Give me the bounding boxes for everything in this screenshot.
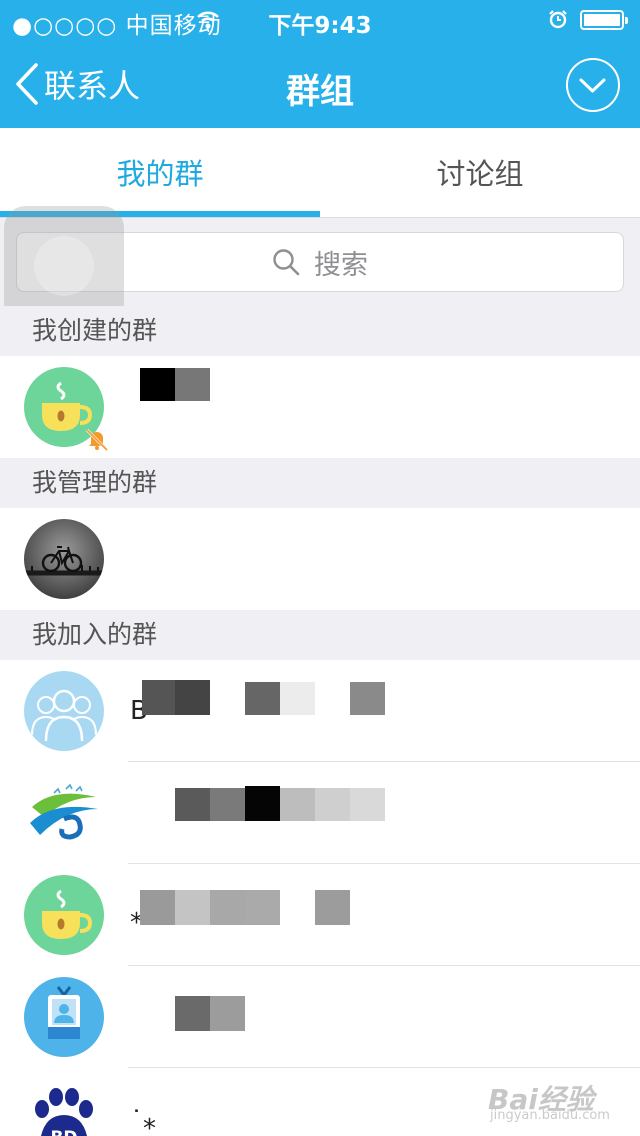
redacted-name-block bbox=[210, 788, 245, 821]
chevron-left-icon bbox=[16, 63, 38, 105]
group-row[interactable] bbox=[0, 966, 640, 1068]
segment-tabs: 我的群 讨论组 bbox=[0, 128, 640, 218]
bicycle-photo-icon bbox=[24, 546, 104, 576]
chevron-down-icon bbox=[579, 78, 606, 93]
redacted-name-block bbox=[175, 890, 210, 925]
redacted-name-block bbox=[210, 996, 245, 1031]
section-header-managed: 我管理的群 bbox=[0, 458, 640, 508]
battery-icon bbox=[580, 10, 628, 30]
redacted-name-block bbox=[280, 682, 315, 715]
redacted-name-block bbox=[315, 890, 350, 925]
more-menu-button[interactable] bbox=[566, 58, 620, 112]
watermark-logo: Bai经验 jingyan.baidu.com bbox=[488, 1068, 638, 1128]
tab-my-groups[interactable]: 我的群 bbox=[0, 128, 320, 217]
redacted-name-block bbox=[245, 682, 280, 715]
baidu-paw-icon: BD bbox=[35, 1088, 93, 1136]
back-button-label: 联系人 bbox=[44, 67, 141, 105]
watermark-url: jingyan.baidu.com bbox=[490, 1108, 610, 1123]
tab-discussion-groups[interactable]: 讨论组 bbox=[320, 128, 640, 217]
group-avatar bbox=[24, 875, 104, 955]
redacted-name-block bbox=[245, 890, 280, 925]
redacted-name-block bbox=[350, 682, 385, 715]
search-icon bbox=[273, 249, 300, 276]
group-row[interactable]: ⁎ bbox=[0, 864, 640, 966]
back-button[interactable]: 联系人 bbox=[14, 60, 140, 108]
redacted-name-block bbox=[175, 368, 210, 401]
coffee-cup-icon bbox=[42, 889, 93, 939]
group-name: ˙⁎ bbox=[130, 1106, 156, 1136]
redacted-name-block bbox=[245, 786, 280, 821]
status-time: 下午9:43 bbox=[268, 13, 372, 39]
status-bar: ●○○○○ 中国移动 下午9:43 bbox=[0, 0, 640, 40]
navigation-bar: 联系人 群组 bbox=[0, 40, 640, 128]
redacted-name-block bbox=[175, 996, 210, 1031]
group-avatar bbox=[24, 773, 104, 853]
redacted-name-block bbox=[140, 368, 175, 401]
group-avatar bbox=[24, 519, 104, 599]
redacted-name-block bbox=[210, 890, 245, 925]
group-row[interactable]: B bbox=[0, 660, 640, 762]
redacted-name-block bbox=[280, 788, 315, 821]
id-badge-icon bbox=[48, 986, 80, 1039]
group-avatar bbox=[24, 977, 104, 1057]
wave-logo-icon bbox=[30, 783, 98, 840]
group-row[interactable] bbox=[0, 762, 640, 864]
redacted-name-block bbox=[175, 680, 210, 715]
group-row[interactable] bbox=[0, 356, 640, 458]
redacted-name-block bbox=[142, 680, 175, 715]
muted-bell-icon bbox=[85, 428, 109, 452]
group-people-icon bbox=[31, 689, 97, 742]
redacted-name-block bbox=[140, 890, 175, 925]
group-avatar bbox=[24, 671, 104, 751]
section-header-created: 我创建的群 bbox=[0, 306, 640, 356]
section-header-joined: 我加入的群 bbox=[0, 610, 640, 660]
search-placeholder: 搜索 bbox=[314, 249, 368, 281]
redacted-name-block bbox=[350, 788, 385, 821]
group-row[interactable] bbox=[0, 508, 640, 610]
alarm-icon bbox=[549, 10, 567, 29]
group-avatar: BD bbox=[24, 1079, 104, 1136]
svg-text:BD: BD bbox=[50, 1128, 77, 1136]
redacted-name-block bbox=[315, 788, 350, 821]
redacted-name-block bbox=[175, 788, 210, 821]
